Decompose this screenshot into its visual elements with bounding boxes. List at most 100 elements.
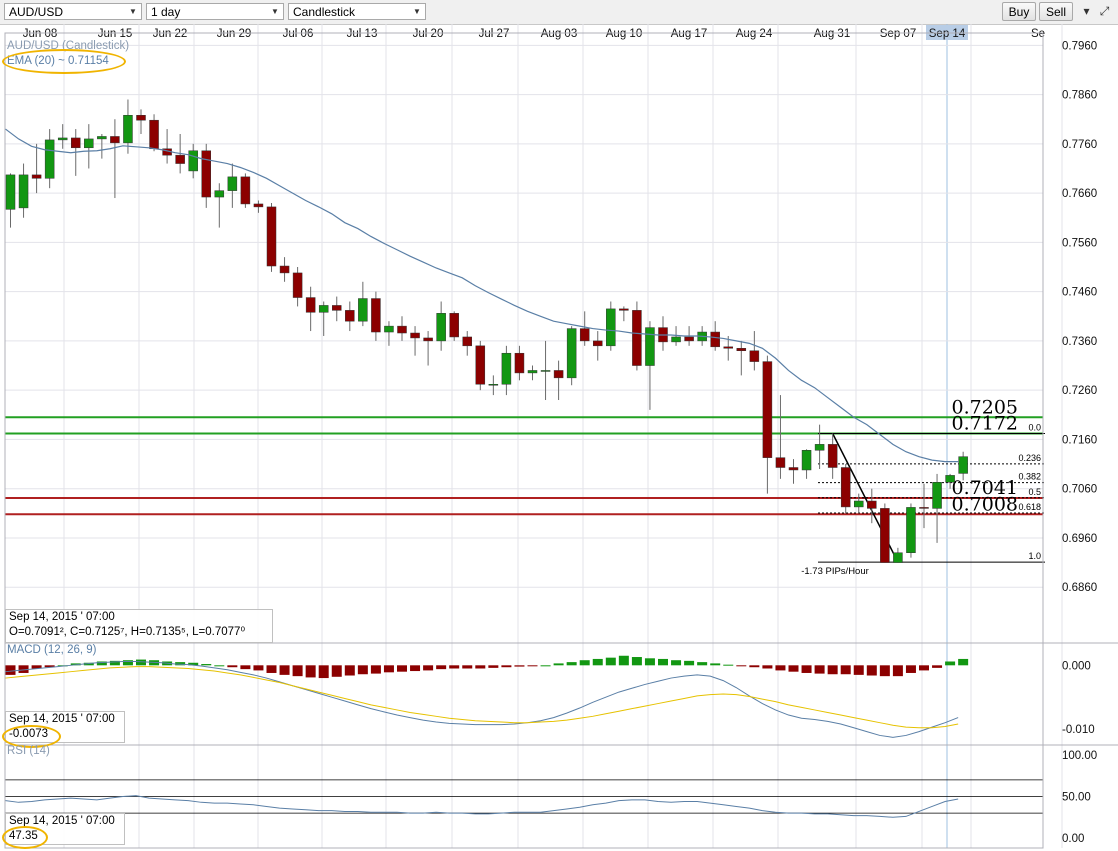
macd-hist-bar-negative (423, 665, 434, 671)
ema-line (5, 128, 959, 463)
candlestick-series (5, 99, 968, 563)
macd-hist-bar-negative (344, 665, 355, 676)
bear-candle (684, 336, 694, 342)
bull-candle (5, 174, 16, 210)
bull-candle (801, 450, 812, 471)
bear-candle (110, 136, 120, 144)
y-tick-label: 0.7760 (1062, 139, 1097, 151)
rsi-line (5, 795, 959, 818)
macd-hist-bar-negative (318, 665, 329, 679)
y-tick-label: 0.7260 (1062, 385, 1097, 397)
bear-candle (266, 206, 277, 267)
macd-hist-bar-negative (475, 665, 486, 669)
bear-candle (632, 310, 642, 366)
bull-candle (84, 138, 94, 149)
bear-candle (371, 298, 381, 333)
bear-candle (149, 119, 159, 150)
macd-hist-bar-negative (801, 665, 812, 673)
expand-icon[interactable]: ⤢ (1096, 3, 1113, 20)
level-label: 0.7172 (952, 413, 1018, 435)
fib-level-label: 1.0 (1028, 551, 1041, 561)
x-tick-label: Aug 03 (541, 28, 577, 40)
bear-candle (619, 308, 629, 311)
bear-candle (423, 337, 433, 342)
macd-hist-bar-negative (488, 665, 499, 668)
x-tick-label: Aug 31 (814, 28, 850, 40)
bear-candle (175, 154, 185, 164)
bear-candle (723, 346, 733, 349)
symbol-value: AUD/USD (9, 5, 64, 19)
bear-candle (292, 272, 303, 298)
bull-candle (44, 139, 55, 179)
macd-hist-bar-negative (840, 665, 851, 675)
bull-candle (384, 325, 394, 333)
macd-hist-bar-positive (644, 658, 655, 666)
y-tick-label: 0.7460 (1062, 287, 1097, 299)
bull-candle (958, 456, 968, 474)
macd-hist-bar-negative (357, 665, 368, 675)
bear-candle (397, 325, 407, 334)
macd-hist-bar-positive (684, 660, 695, 666)
bull-candle (123, 115, 133, 144)
bear-candle (475, 345, 486, 385)
bear-candle (775, 457, 786, 468)
macd-hist-bar-positive (201, 664, 212, 666)
bear-candle (279, 265, 290, 274)
macd-hist-bar-negative (331, 665, 342, 677)
chart-type-select[interactable]: Candlestick ▼ (288, 3, 426, 20)
bull-candle (932, 482, 942, 509)
trendline-label: -1.73 PIPs/Hour (801, 566, 869, 577)
macd-hist-bar-positive (671, 660, 682, 666)
macd-hist-bar-negative (879, 665, 890, 677)
y-tick-label: 0.7660 (1062, 188, 1097, 200)
x-tick-label: Jul 27 (479, 28, 510, 40)
bear-candle (345, 310, 355, 322)
macd-hist-bar-positive (723, 664, 734, 666)
buy-button[interactable]: Buy (1002, 2, 1036, 21)
macd-hist-bar-negative (853, 665, 864, 675)
macd-hist-bar-positive (958, 658, 969, 666)
y-tick-label: 0.7860 (1062, 90, 1097, 102)
rsi-highlight-oval (2, 826, 48, 849)
chart-canvas[interactable]: 0.72050.71720.70410.7008 0.00.2360.3820.… (0, 24, 1118, 851)
macd-hist-bar-positive (136, 659, 146, 666)
macd-hist-bar-negative (501, 665, 512, 668)
bear-candle (593, 340, 603, 347)
symbol-select[interactable]: AUD/USD ▼ (4, 3, 142, 20)
macd-hist-bar-positive (618, 655, 629, 666)
bull-candle (57, 137, 68, 141)
macd-hist-bar-positive (658, 658, 668, 666)
macd-hist-bar-positive (710, 663, 721, 666)
macd-hist-bar-negative (866, 665, 877, 676)
x-tick-label: Aug 17 (671, 28, 707, 40)
fib-level-label: 0.382 (1018, 472, 1041, 482)
axes: Jun 08 Jun 15 Jun 22 Jun 29 Jul 06 Jul 13 Jul … (4, 25, 1118, 849)
y-tick-label: 0.7360 (1062, 336, 1097, 348)
x-tick-label: Sep 07 (880, 28, 916, 40)
y-tick-label: 0.6960 (1062, 533, 1097, 545)
macd-hist-bar-negative (383, 665, 394, 673)
macd-hist-bar-negative (827, 665, 838, 675)
y-tick-label: 0.7560 (1062, 237, 1097, 249)
bull-candle (97, 136, 107, 140)
fib-level-label: 0.5 (1028, 487, 1041, 497)
bear-candle (71, 137, 81, 149)
bull-candle (945, 475, 955, 483)
bear-candle (553, 370, 564, 379)
dropdown-icon[interactable]: ▾ (1078, 3, 1095, 20)
bear-candle (449, 313, 459, 338)
macd-hist-bar-positive (592, 658, 603, 666)
fib-level-label: 0.0 (1028, 423, 1041, 433)
signal-line (5, 666, 959, 729)
bear-candle (788, 467, 799, 471)
sell-button[interactable]: Sell (1039, 2, 1073, 21)
bull-candle (214, 190, 225, 198)
interval-select[interactable]: 1 day ▼ (146, 3, 284, 20)
x-tick-label: Jun 22 (153, 28, 188, 40)
macd-hist-bar-negative (814, 665, 825, 674)
macd-hist-bar-positive (540, 665, 551, 667)
ohlc-info-box: Sep 14, 2015 ' 07:00 O=0.7091², C=0.7125… (5, 609, 273, 643)
current-date-label: Sep 14 (929, 28, 966, 40)
bull-candle (358, 298, 368, 322)
macd-hist-bar-positive (631, 657, 642, 666)
